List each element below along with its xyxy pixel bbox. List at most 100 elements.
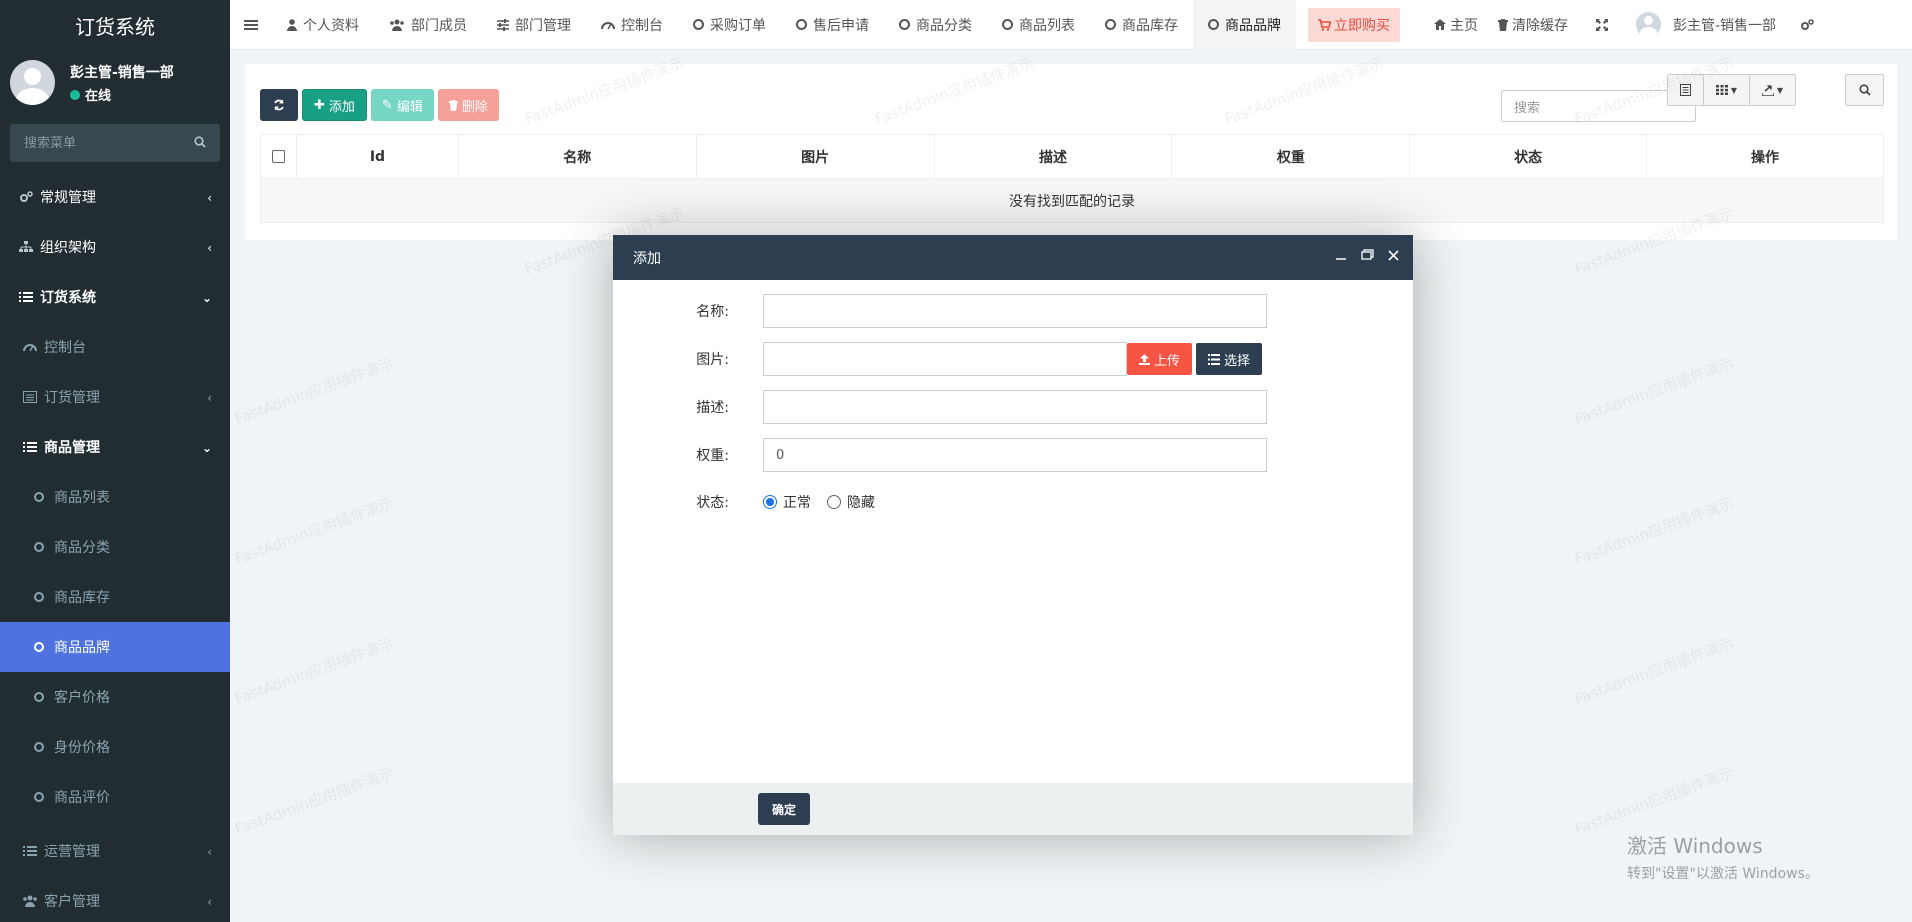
tab-goods-brand[interactable]: 商品品牌 xyxy=(1193,0,1296,50)
status-hidden-radio[interactable] xyxy=(827,495,841,509)
column-header[interactable]: Id xyxy=(295,134,459,179)
watermark: FastAdmin应用插件演示 xyxy=(1572,763,1737,839)
sidebar-item-goods-brand[interactable]: 商品品牌 xyxy=(0,622,230,672)
chevron-down-icon: ⌄ xyxy=(201,291,212,305)
tab-label: 商品品牌 xyxy=(1225,17,1281,34)
confirm-button[interactable]: 确定 xyxy=(758,793,810,825)
clear-cache-label: 清除缓存 xyxy=(1512,17,1568,34)
chevron-left-icon: ‹ xyxy=(207,191,212,205)
tab-after-sales[interactable]: 售后申请 xyxy=(781,0,884,50)
user-status-text: 在线 xyxy=(85,89,112,104)
status-label: 状态: xyxy=(696,495,729,511)
close-icon[interactable] xyxy=(1388,249,1399,261)
sidebar-item-customer-price[interactable]: 客户价格 xyxy=(0,672,230,722)
settings-button[interactable] xyxy=(1786,18,1828,31)
top-navbar: 个人资料 部门成员 部门管理 控制台 采购订单 售后申请 商品分类 商品列表 商… xyxy=(230,0,1912,50)
watermark: FastAdmin应用插件演示 xyxy=(232,763,397,839)
sidebar-item-order-system[interactable]: 订货系统 ⌄ xyxy=(0,272,230,322)
chevron-left-icon: ‹ xyxy=(207,391,212,405)
circle-o-icon xyxy=(693,19,704,30)
clear-cache-link[interactable]: 清除缓存 xyxy=(1488,15,1578,35)
column-header[interactable]: 图片 xyxy=(695,134,935,179)
status-normal-label[interactable]: 正常 xyxy=(783,492,811,512)
search-icon[interactable] xyxy=(194,136,206,152)
column-header[interactable]: 名称 xyxy=(457,134,697,179)
column-header[interactable]: 权重 xyxy=(1171,134,1411,179)
user-name: 彭主管-销售一部 xyxy=(70,65,174,81)
add-button[interactable]: ✚ 添加 xyxy=(302,89,367,121)
sidebar-item-label: 运营管理 xyxy=(44,844,100,860)
select-button[interactable]: 选择 xyxy=(1196,343,1263,375)
minimize-icon[interactable] xyxy=(1335,249,1347,261)
sidebar-item-operations[interactable]: 运营管理 ‹ xyxy=(0,826,230,876)
sidebar-item-goods-manage[interactable]: 商品管理 ⌄ xyxy=(0,422,230,472)
toggle-view-button[interactable] xyxy=(1667,74,1704,106)
sidebar-item-label: 组织架构 xyxy=(40,240,96,256)
sidebar-item-goods-review[interactable]: 商品评价 xyxy=(0,772,230,822)
sidebar-item-order-manage[interactable]: 订货管理 ‹ xyxy=(0,372,230,422)
user-status: 在线 xyxy=(70,85,111,104)
buy-now-button[interactable]: 立即购买 xyxy=(1308,7,1400,42)
tab-dashboard[interactable]: 控制台 xyxy=(586,0,678,50)
column-header[interactable]: 描述 xyxy=(933,134,1173,179)
name-input[interactable] xyxy=(763,294,1267,328)
tab-goods-stock[interactable]: 商品库存 xyxy=(1090,0,1193,50)
circle-o-icon xyxy=(899,19,910,30)
tab-profile[interactable]: 个人资料 xyxy=(272,0,374,50)
list-icon xyxy=(1208,353,1221,365)
status-hidden-label[interactable]: 隐藏 xyxy=(847,492,875,512)
tab-dept-members[interactable]: 部门成员 xyxy=(374,0,482,50)
sidebar-item-goods-stock[interactable]: 商品库存 xyxy=(0,572,230,622)
tab-purchase-orders[interactable]: 采购订单 xyxy=(678,0,781,50)
delete-button[interactable]: 删除 xyxy=(437,89,499,121)
upload-button[interactable]: 上传 xyxy=(1127,343,1193,375)
status-normal-radio[interactable] xyxy=(763,495,777,509)
data-table: Id 名称 图片 描述 权重 状态 操作 没有找到匹配的记录 xyxy=(260,134,1884,223)
sidebar-item-general[interactable]: 常规管理 ‹ xyxy=(0,172,230,222)
sidebar-item-label: 身份价格 xyxy=(54,740,110,756)
sidebar-item-dashboard[interactable]: 控制台 xyxy=(0,322,230,372)
column-header[interactable]: 操作 xyxy=(1646,134,1884,179)
circle-o-icon xyxy=(34,542,44,552)
sidebar-item-goods-list[interactable]: 商品列表 xyxy=(0,472,230,522)
edit-button[interactable]: ✎ 编辑 xyxy=(370,89,434,121)
user-menu[interactable]: 彭主管-销售一部 xyxy=(1626,12,1786,37)
circle-o-icon xyxy=(34,792,44,802)
tab-label: 控制台 xyxy=(621,17,663,34)
columns-button[interactable]: ▼ xyxy=(1704,74,1750,106)
refresh-button[interactable] xyxy=(260,89,298,121)
search-button[interactable] xyxy=(1845,74,1884,106)
trash-icon xyxy=(1498,18,1508,31)
desc-input[interactable] xyxy=(763,390,1267,424)
image-input[interactable] xyxy=(763,342,1127,376)
circle-o-icon xyxy=(34,642,44,652)
tab-goods-category[interactable]: 商品分类 xyxy=(884,0,987,50)
sidebar-item-customers[interactable]: 客户管理 ‹ xyxy=(0,876,230,922)
dashboard-icon xyxy=(22,341,38,353)
weight-input[interactable]: 0 xyxy=(763,438,1267,472)
maximize-icon[interactable] xyxy=(1361,249,1374,261)
export-icon xyxy=(1761,84,1774,96)
home-link[interactable]: 主页 xyxy=(1424,15,1488,35)
tab-dept-manage[interactable]: 部门管理 xyxy=(482,0,586,50)
export-button[interactable]: ▼ xyxy=(1750,74,1796,106)
menu-toggle-icon[interactable] xyxy=(230,19,272,31)
tab-goods-list[interactable]: 商品列表 xyxy=(987,0,1090,50)
sidebar-item-label: 商品品牌 xyxy=(54,640,110,656)
column-header[interactable]: 状态 xyxy=(1409,134,1648,179)
select-all-checkbox[interactable] xyxy=(271,150,285,163)
app-logo[interactable]: 订货系统 xyxy=(0,0,230,50)
sidebar-item-identity-price[interactable]: 身份价格 xyxy=(0,722,230,772)
table-header-row: Id 名称 图片 描述 权重 状态 操作 xyxy=(260,134,1884,179)
sidebar-item-org[interactable]: 组织架构 ‹ xyxy=(0,222,230,272)
sidebar-item-label: 商品库存 xyxy=(54,590,110,606)
trash-icon xyxy=(448,99,458,111)
edit-label: 编辑 xyxy=(396,99,423,115)
fullscreen-button[interactable] xyxy=(1578,18,1626,31)
sidebar-search xyxy=(10,124,220,162)
status-radio-group: 正常 隐藏 xyxy=(763,492,875,512)
sidebar-item-goods-category[interactable]: 商品分类 xyxy=(0,522,230,572)
list-icon xyxy=(18,291,34,303)
watermark: FastAdmin应用插件演示 xyxy=(1572,633,1737,709)
sidebar-search-input[interactable] xyxy=(10,135,190,151)
